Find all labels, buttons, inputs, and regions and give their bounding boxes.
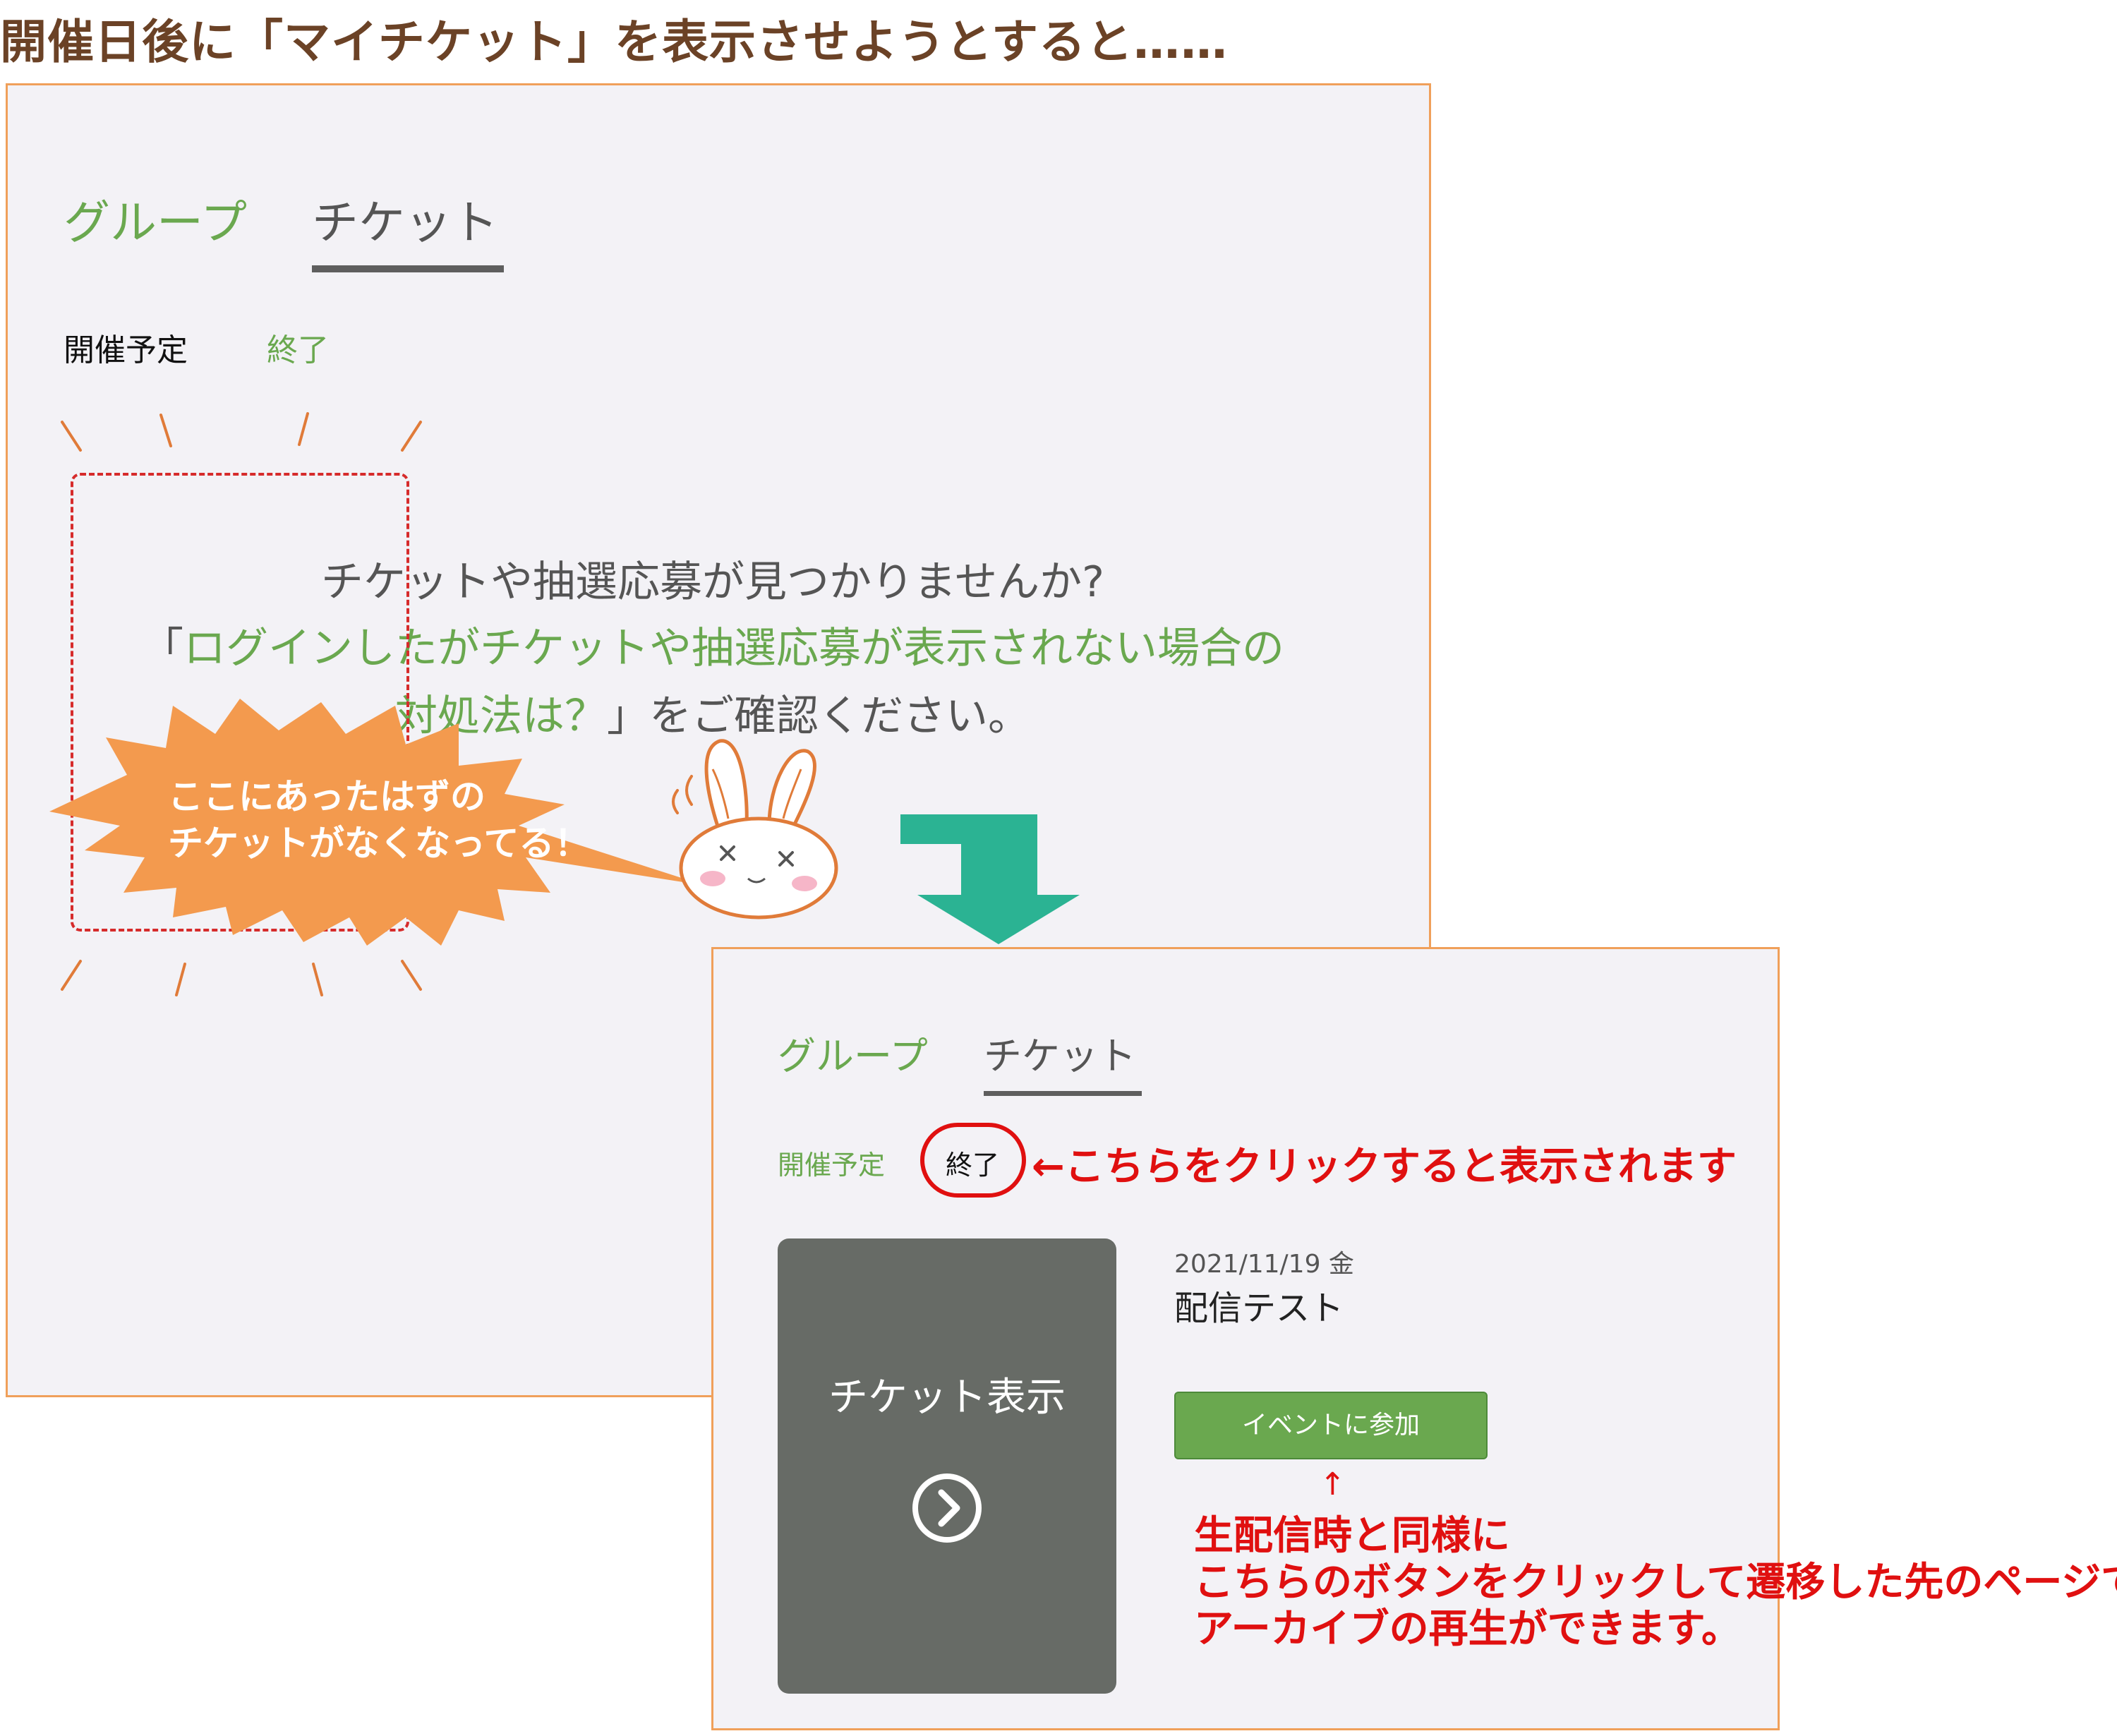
ticket-view-card[interactable]: チケット表示 <box>778 1238 1116 1694</box>
tab-group[interactable]: グループ <box>778 1025 928 1080</box>
tab-ticket[interactable]: チケット <box>984 1025 1136 1080</box>
tab-ticket-underline <box>984 1091 1142 1096</box>
button-note-line3: アーカイブの再生ができます。 <box>1194 1606 1742 1652</box>
click-note: ←こちらをクリックすると表示されます <box>1032 1144 1737 1190</box>
callout-line1: ここにあったはずの <box>168 776 485 817</box>
transition-arrow-icon <box>900 814 1080 944</box>
callout-line2: チケットがなくなってる！ <box>168 823 590 864</box>
ticket-view-label: チケット表示 <box>828 1375 1066 1421</box>
event-date: 2021/11/19 金 <box>1174 1250 1354 1279</box>
up-arrow-icon: ↑ <box>1320 1466 1346 1502</box>
chevron-right-circle-icon <box>912 1473 982 1543</box>
filter-upcoming[interactable]: 開催予定 <box>778 1143 885 1182</box>
button-note-line1: 生配信時と同様に <box>1194 1513 1510 1559</box>
filter-ended[interactable]: 終了 <box>946 1143 999 1182</box>
join-event-button[interactable]: イベントに参加 <box>1174 1392 1488 1459</box>
event-title: 配信テスト <box>1174 1289 1344 1328</box>
rabbit-mascot-icon <box>672 739 838 920</box>
button-note-line2: こちらのボタンをクリックして遷移した先のページで <box>1194 1560 2117 1605</box>
